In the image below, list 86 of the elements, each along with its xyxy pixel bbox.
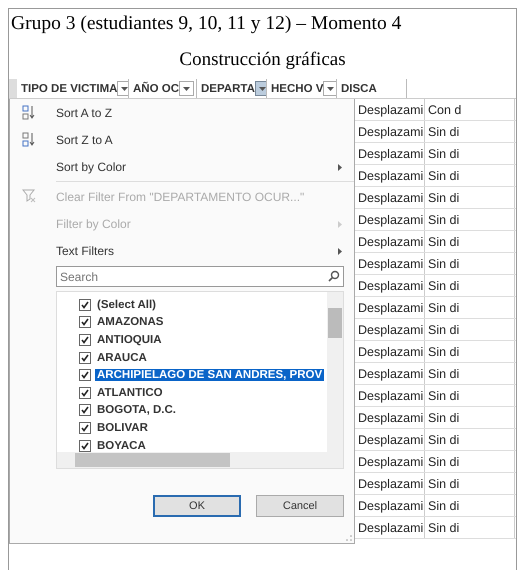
document-subtitle: Construcción gráficas: [178, 49, 347, 71]
table-cell: Desplazami: [355, 407, 425, 428]
filter-value-item[interactable]: ARAUCA: [79, 348, 343, 366]
table-cell: Sin di: [425, 209, 515, 230]
column-header: HECHO V: [267, 79, 337, 98]
table-cell: Sin di: [425, 363, 515, 384]
table-cell: Desplazami: [355, 231, 425, 252]
column-header: TIPO DE VICTIMA: [17, 79, 129, 98]
filter-value-item[interactable]: ATLANTICO: [79, 384, 343, 402]
filter-value-item[interactable]: ANTIOQUIA: [79, 331, 343, 349]
table-cell: Sin di: [425, 231, 515, 252]
table-cell: Sin di: [425, 319, 515, 340]
caret-icon: [183, 86, 190, 90]
column-header: DISCA: [337, 79, 407, 98]
table-cell: Sin di: [425, 517, 515, 538]
filter-value-item[interactable]: BOLIVAR: [79, 419, 343, 437]
table-cell: Desplazami: [355, 275, 425, 296]
filter-dropdown-button[interactable]: [117, 81, 128, 96]
ok-button[interactable]: OK: [153, 495, 241, 517]
menu-item[interactable]: Sort by Color: [18, 153, 354, 180]
table-cell: Desplazami: [355, 319, 425, 340]
checkbox[interactable]: [79, 440, 91, 452]
column-header: DEPARTA: [197, 79, 267, 98]
search-icon: [328, 270, 340, 282]
vertical-scrollbar[interactable]: [327, 292, 343, 452]
document-title: Grupo 3 (estudiantes 9, 10, 11 y 12) – Momento 4: [10, 12, 402, 35]
table-cell: Sin di: [425, 473, 515, 494]
table-cell: Desplazami: [355, 143, 425, 164]
table-cell: Desplazami: [355, 121, 425, 142]
caret-icon: [258, 86, 266, 90]
menu-item[interactable]: Sort A to Z: [18, 99, 354, 126]
filter-value-item[interactable]: BOYACA: [79, 436, 343, 454]
checkbox[interactable]: [79, 404, 91, 416]
table-cell: Desplazami: [355, 495, 425, 516]
checkbox[interactable]: [79, 298, 91, 311]
table-cell: Sin di: [425, 165, 515, 186]
caret-icon: [121, 86, 128, 90]
search-field[interactable]: Search: [56, 266, 344, 287]
table-cell: Sin di: [425, 187, 515, 208]
table-cell: Desplazami: [355, 253, 425, 274]
checkbox[interactable]: [79, 352, 91, 364]
table-cell: Sin di: [425, 121, 515, 142]
table-cell: Sin di: [425, 341, 515, 362]
table-cell: Desplazami: [355, 341, 425, 362]
filter-value-item[interactable]: (Select All): [79, 296, 343, 314]
table-cell: Desplazami: [355, 451, 425, 472]
checkbox[interactable]: [79, 316, 91, 328]
checkbox[interactable]: [79, 369, 91, 382]
filter-dropdown-button[interactable]: [254, 81, 266, 96]
table-cell: Desplazami: [355, 165, 425, 186]
checkbox[interactable]: [79, 334, 91, 346]
table-cell: Desplazami: [355, 473, 425, 494]
horizontal-scrollbar[interactable]: [57, 452, 343, 468]
table-cell: Sin di: [425, 143, 515, 164]
table-cell: Desplazami: [355, 209, 425, 230]
table-cell: Sin di: [425, 451, 515, 472]
table-cell: Sin di: [425, 297, 515, 318]
table-cell: Sin di: [425, 253, 515, 274]
checkbox[interactable]: [79, 422, 91, 434]
filter-value-item[interactable]: AMAZONAS: [79, 314, 343, 332]
menu-item[interactable]: Sort Z to A: [18, 126, 354, 153]
table-cell: Sin di: [425, 429, 515, 450]
filter-dropdown-button[interactable]: [323, 81, 336, 96]
caret-icon: [327, 86, 334, 90]
table-cell: Sin di: [425, 495, 515, 516]
cancel-button[interactable]: Cancel: [256, 495, 344, 517]
column-header: AÑO OC: [129, 79, 197, 98]
checkbox[interactable]: [79, 386, 91, 399]
table-cell: Desplazami: [355, 297, 425, 318]
table-cell: Sin di: [425, 275, 515, 296]
table-cell: Desplazami: [355, 187, 425, 208]
table-cell: Desplazami: [355, 429, 425, 450]
filter-dropdown-button[interactable]: [179, 81, 194, 96]
filter-value-item[interactable]: BOGOTA, D.C.: [79, 402, 343, 420]
sort-icon: [22, 104, 36, 120]
menu-item[interactable]: Text Filters: [18, 237, 354, 264]
table-cell: Desplazami: [355, 517, 425, 538]
table-cell: Sin di: [425, 407, 515, 428]
clear-filter-icon: [22, 188, 36, 202]
sort-icon: [22, 132, 36, 146]
table-cell: Sin di: [425, 385, 515, 406]
table-cell: Desplazami: [355, 99, 425, 120]
table-cell: Desplazami: [355, 363, 425, 384]
table-cell: Desplazami: [355, 385, 425, 406]
table-cell: Con d: [425, 99, 515, 120]
resize-grip-icon[interactable]: [346, 535, 352, 541]
